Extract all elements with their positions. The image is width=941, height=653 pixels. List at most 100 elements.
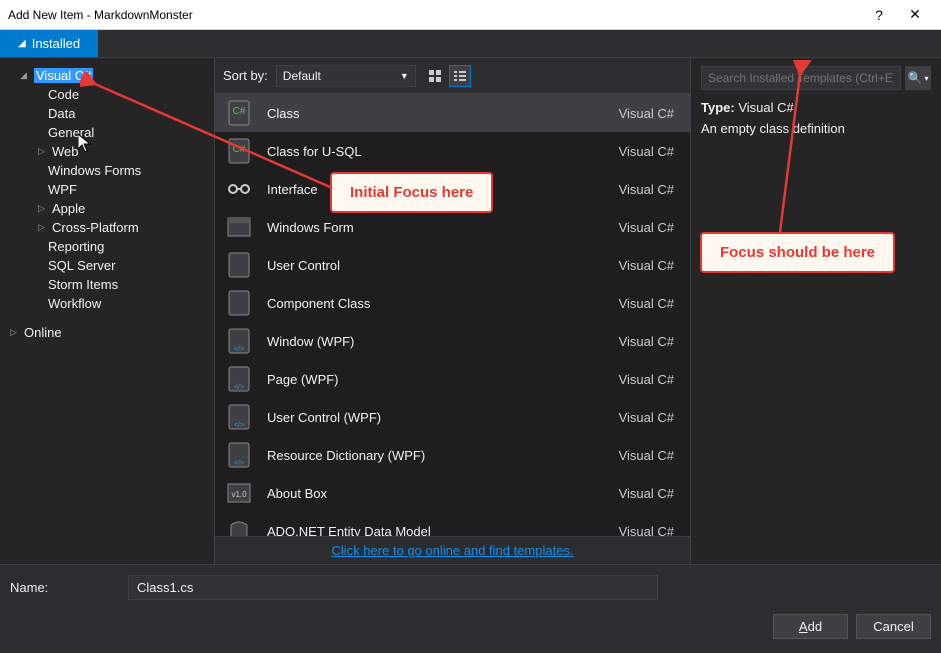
view-mode-buttons (424, 65, 471, 87)
tab-installed[interactable]: ◢ Installed (0, 30, 98, 57)
template-lang: Visual C# (619, 258, 674, 273)
tree-item-label: SQL Server (48, 258, 115, 273)
template-name: User Control (267, 258, 619, 273)
tree-item[interactable]: WPF (0, 180, 214, 199)
template-lang: Visual C# (619, 144, 674, 159)
window-title: Add New Item - MarkdownMonster (8, 8, 861, 22)
sort-value: Default (283, 69, 321, 83)
template-lang: Visual C# (619, 372, 674, 387)
tree-item-label: Storm Items (48, 277, 118, 292)
tree-item-label: Code (48, 87, 79, 102)
view-list-button[interactable] (449, 65, 471, 87)
tree-item[interactable]: Windows Forms (0, 161, 214, 180)
template-list[interactable]: C#ClassVisual C#C#Class for U-SQLVisual … (215, 94, 690, 536)
template-item[interactable]: </> Page (WPF)Visual C# (215, 360, 690, 398)
detail-type-label: Type: (701, 100, 735, 115)
template-toolbar: Sort by: Default ▼ (215, 58, 690, 94)
category-tabs: ◢ Installed (0, 30, 941, 58)
search-input[interactable] (701, 66, 901, 90)
wpf-page-icon: </> (225, 365, 253, 393)
template-lang: Visual C# (619, 296, 674, 311)
template-item[interactable]: Component ClassVisual C# (215, 284, 690, 322)
template-lang: Visual C# (619, 448, 674, 463)
list-icon (453, 69, 467, 83)
tree-item-label: Online (24, 325, 62, 340)
template-item[interactable]: </>User Control (WPF)Visual C# (215, 398, 690, 436)
template-lang: Visual C# (619, 334, 674, 349)
online-link-bar: Click here to go online and find templat… (215, 536, 690, 564)
usercontrol-icon (225, 251, 253, 279)
template-lang: Visual C# (619, 106, 674, 121)
chevron-down-icon: ▼ (400, 71, 409, 81)
tab-label: Installed (32, 36, 80, 51)
template-item[interactable]: InterfaceVisual C# (215, 170, 690, 208)
class-icon: C# (225, 137, 253, 165)
interface-icon (225, 175, 253, 203)
tree-item[interactable]: Code (0, 85, 214, 104)
svg-text:C#: C# (233, 106, 246, 117)
online-templates-link[interactable]: Click here to go online and find templat… (331, 543, 573, 558)
name-row: Name: (10, 575, 931, 600)
detail-type-row: Type: Visual C# (701, 100, 931, 115)
template-lang: Visual C# (619, 524, 674, 537)
sort-label: Sort by: (223, 68, 268, 83)
template-name: Windows Form (267, 220, 619, 235)
ado-icon (225, 517, 253, 536)
search-button[interactable]: 🔍▾ (905, 66, 931, 90)
tree-item[interactable]: Reporting (0, 237, 214, 256)
tree-item[interactable]: Workflow (0, 294, 214, 313)
chevron-right-icon: ▷ (38, 146, 50, 157)
svg-text:</>: </> (234, 384, 244, 391)
template-item[interactable]: </>Resource Dictionary (WPF)Visual C# (215, 436, 690, 474)
tree-item[interactable]: SQL Server (0, 256, 214, 275)
cancel-button[interactable]: Cancel (856, 614, 931, 639)
category-tree: ◢ Visual C# CodeDataGeneral▷WebWindows F… (0, 58, 215, 564)
tree-item-label: Reporting (48, 239, 104, 254)
tree-item[interactable]: ▷Web (0, 142, 214, 161)
template-lang: Visual C# (619, 220, 674, 235)
template-item[interactable]: Windows FormVisual C# (215, 208, 690, 246)
view-grid-button[interactable] (424, 65, 446, 87)
tree-item[interactable]: Data (0, 104, 214, 123)
tree-item[interactable]: ▷Cross-Platform (0, 218, 214, 237)
template-item[interactable]: </> Window (WPF)Visual C# (215, 322, 690, 360)
wpf-icon: </> (225, 327, 253, 355)
tree-item-label: Apple (52, 201, 85, 216)
template-item[interactable]: v1.0About BoxVisual C# (215, 474, 690, 512)
add-button[interactable]: Add (773, 614, 848, 639)
name-label: Name: (10, 580, 110, 595)
button-row: Add Cancel (10, 614, 931, 639)
template-item[interactable]: C# ClassVisual C# (215, 94, 690, 132)
chevron-down-icon: ▾ (924, 74, 928, 83)
tree-item-label: WPF (48, 182, 77, 197)
close-button[interactable]: ✕ (897, 0, 933, 30)
template-name: Page (WPF) (267, 372, 619, 387)
tree-item-label: Web (52, 144, 79, 159)
template-lang: Visual C# (619, 410, 674, 425)
content-area: ◢ Visual C# CodeDataGeneral▷WebWindows F… (0, 58, 941, 564)
template-name: Window (WPF) (267, 334, 619, 349)
name-input[interactable] (128, 575, 658, 600)
chevron-right-icon: ▷ (10, 327, 22, 338)
template-item[interactable]: C#Class for U-SQLVisual C# (215, 132, 690, 170)
tree-item[interactable]: Storm Items (0, 275, 214, 294)
tree-item[interactable]: ▷Apple (0, 199, 214, 218)
add-button-label: dd (808, 619, 822, 634)
template-lang: Visual C# (619, 182, 674, 197)
svg-text:v1.0: v1.0 (231, 490, 247, 499)
search-row: 🔍▾ (701, 66, 931, 90)
tree-item[interactable]: General (0, 123, 214, 142)
template-lang: Visual C# (619, 486, 674, 501)
template-item[interactable]: User ControlVisual C# (215, 246, 690, 284)
tree-root-visual-csharp[interactable]: ◢ Visual C# (0, 66, 214, 85)
detail-panel: 🔍▾ Type: Visual C# An empty class defini… (691, 58, 941, 564)
title-bar: Add New Item - MarkdownMonster ? ✕ (0, 0, 941, 30)
sort-dropdown[interactable]: Default ▼ (276, 65, 416, 87)
template-name: Interface (267, 182, 619, 197)
template-name: Class (267, 106, 619, 121)
help-button[interactable]: ? (861, 0, 897, 30)
template-name: User Control (WPF) (267, 410, 619, 425)
template-item[interactable]: ADO.NET Entity Data ModelVisual C# (215, 512, 690, 536)
tree-online[interactable]: ▷ Online (0, 323, 214, 342)
detail-description: An empty class definition (701, 121, 931, 136)
